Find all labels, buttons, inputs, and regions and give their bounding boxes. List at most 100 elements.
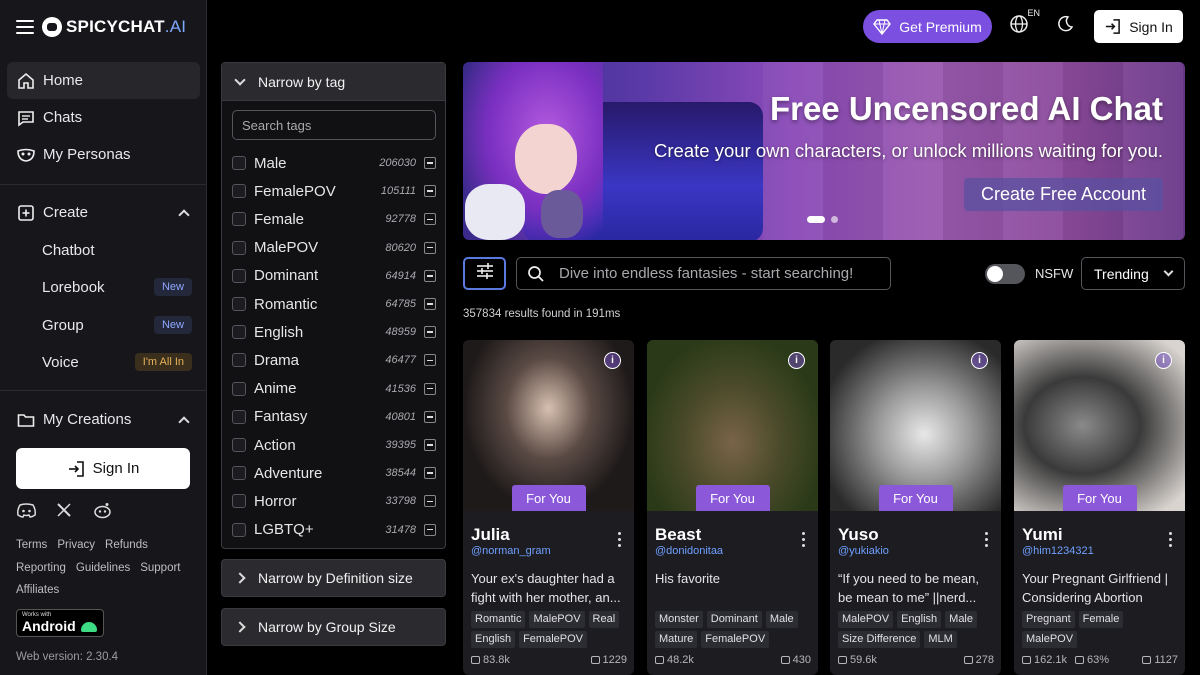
hero-banner[interactable]: Free Uncensored AI Chat Create your own … xyxy=(463,62,1185,240)
tag-search-input[interactable] xyxy=(232,110,436,140)
tag-chip[interactable]: Real xyxy=(588,611,620,628)
guidelines-link[interactable]: Guidelines xyxy=(76,562,130,574)
support-link[interactable]: Support xyxy=(140,562,180,574)
nav-home[interactable]: Home xyxy=(7,62,200,99)
tag-filter-row[interactable]: English 48959 xyxy=(232,322,436,342)
tag-filter-row[interactable]: FemalePOV 105111 xyxy=(232,181,436,201)
get-premium-button[interactable]: Get Premium xyxy=(863,10,992,43)
create-lorebook[interactable]: Lorebook New xyxy=(42,272,192,302)
language-button[interactable]: EN xyxy=(1008,8,1040,38)
tag-checkbox[interactable] xyxy=(232,438,246,452)
tag-chip[interactable]: Male xyxy=(945,611,977,628)
sidebar-signin-button[interactable]: Sign In xyxy=(16,448,190,489)
exclude-tag-icon[interactable] xyxy=(424,269,436,282)
tag-chip[interactable]: Female xyxy=(1078,611,1124,628)
info-icon[interactable]: i xyxy=(971,352,988,369)
x-icon[interactable] xyxy=(54,500,74,520)
tag-filter-row[interactable]: Action 39395 xyxy=(232,435,436,455)
more-options-icon[interactable] xyxy=(1169,532,1173,547)
tag-chip[interactable]: Monster xyxy=(655,611,703,628)
tag-chip[interactable]: MLM xyxy=(924,631,957,648)
exclude-tag-icon[interactable] xyxy=(424,439,436,451)
exclude-tag-icon[interactable] xyxy=(424,495,436,508)
topbar-signin-button[interactable]: Sign In xyxy=(1094,10,1183,43)
info-icon[interactable]: i xyxy=(604,352,621,369)
exclude-tag-icon[interactable] xyxy=(424,410,436,423)
tag-chip[interactable]: FemalePOV xyxy=(701,631,770,648)
exclude-tag-icon[interactable] xyxy=(424,298,436,310)
exclude-tag-icon[interactable] xyxy=(424,213,436,226)
nav-personas[interactable]: My Personas xyxy=(7,136,200,173)
tag-filter-header[interactable]: Narrow by tag xyxy=(222,63,445,101)
nsfw-toggle[interactable] xyxy=(985,264,1025,284)
tag-chip[interactable]: MalePOV xyxy=(838,611,894,628)
creator-handle[interactable]: @him1234321 xyxy=(1022,545,1094,557)
more-options-icon[interactable] xyxy=(802,532,806,547)
tag-chip[interactable]: Size Difference xyxy=(838,631,921,648)
tag-chip[interactable]: Mature xyxy=(655,631,698,648)
tag-checkbox[interactable] xyxy=(232,494,246,509)
tag-filter-row[interactable]: Male 206030 xyxy=(232,153,436,173)
theme-toggle[interactable] xyxy=(1054,15,1076,38)
sort-select[interactable]: Trending xyxy=(1081,257,1185,290)
tag-chip[interactable]: Dominant xyxy=(706,611,762,628)
creator-handle[interactable]: @donidonitaa xyxy=(655,545,723,557)
tag-checkbox[interactable] xyxy=(232,325,246,340)
tag-checkbox[interactable] xyxy=(232,268,246,283)
create-free-account-button[interactable]: Create Free Account xyxy=(964,178,1163,211)
creator-handle[interactable]: @yukiakio xyxy=(838,545,889,557)
tag-chip[interactable]: MalePOV xyxy=(1022,631,1078,648)
tag-filter-row[interactable]: Horror 33798 xyxy=(232,491,436,511)
hamburger-menu-icon[interactable] xyxy=(16,20,34,34)
more-options-icon[interactable] xyxy=(985,532,989,547)
tag-filter-row[interactable]: MalePOV 80620 xyxy=(232,238,436,258)
tag-filter-row[interactable]: Female 92778 xyxy=(232,209,436,229)
tag-filter-row[interactable]: Anime 41536 xyxy=(232,379,436,399)
tag-filter-row[interactable]: Dominant 64914 xyxy=(232,266,436,286)
nav-chats[interactable]: Chats xyxy=(7,99,200,136)
tag-checkbox[interactable] xyxy=(232,240,246,255)
exclude-tag-icon[interactable] xyxy=(424,241,436,254)
discord-icon[interactable] xyxy=(16,500,36,520)
create-chatbot[interactable]: Chatbot xyxy=(42,235,192,265)
reddit-icon[interactable] xyxy=(92,500,112,520)
tag-checkbox[interactable] xyxy=(232,466,246,481)
tag-checkbox[interactable] xyxy=(232,297,246,311)
terms-link[interactable]: Terms xyxy=(16,539,47,551)
exclude-tag-icon[interactable] xyxy=(424,326,436,339)
tag-chip[interactable]: Pregnant xyxy=(1022,611,1075,628)
definition-size-filter[interactable]: Narrow by Definition size xyxy=(221,559,446,597)
tag-chip[interactable]: MalePOV xyxy=(529,611,585,628)
info-icon[interactable]: i xyxy=(1155,352,1172,369)
character-card[interactable]: i For You Yuso @yukiakio “If you need to… xyxy=(830,340,1001,675)
create-group[interactable]: Group New xyxy=(42,310,192,340)
tag-checkbox[interactable] xyxy=(232,353,246,368)
chevron-up-icon[interactable] xyxy=(178,415,190,428)
exclude-tag-icon[interactable] xyxy=(424,382,436,395)
privacy-link[interactable]: Privacy xyxy=(57,539,95,551)
affiliates-link[interactable]: Affiliates xyxy=(16,584,59,596)
tag-filter-row[interactable]: Adventure 38544 xyxy=(232,463,436,483)
tag-checkbox[interactable] xyxy=(232,522,246,537)
nav-my-creations[interactable]: My Creations xyxy=(7,401,200,438)
group-size-filter[interactable]: Narrow by Group Size xyxy=(221,608,446,646)
main-search-bar[interactable] xyxy=(516,257,891,290)
tag-filter-row[interactable]: Drama 46477 xyxy=(232,350,436,370)
logo[interactable]: SPICYCHAT.AI xyxy=(66,17,186,37)
tag-filter-row[interactable]: Romantic 64785 xyxy=(232,294,436,314)
exclude-tag-icon[interactable] xyxy=(424,185,436,198)
exclude-tag-icon[interactable] xyxy=(424,467,436,480)
tag-checkbox[interactable] xyxy=(232,184,246,199)
tag-chip[interactable]: FemalePOV xyxy=(519,631,587,648)
character-card[interactable]: i For You Yumi @him1234321 Your Pregnant… xyxy=(1014,340,1185,675)
carousel-dot-active[interactable] xyxy=(807,216,825,223)
tag-filter-row[interactable]: LGBTQ+ 31478 xyxy=(232,520,436,540)
tag-filter-row[interactable]: Fantasy 40801 xyxy=(232,407,436,427)
exclude-tag-icon[interactable] xyxy=(424,354,436,367)
filter-toggle-button[interactable] xyxy=(463,257,506,290)
exclude-tag-icon[interactable] xyxy=(424,523,436,536)
tag-chip[interactable]: Male xyxy=(765,611,798,628)
tag-chip[interactable]: English xyxy=(471,631,516,648)
exclude-tag-icon[interactable] xyxy=(424,157,436,169)
chevron-up-icon[interactable] xyxy=(178,208,190,221)
